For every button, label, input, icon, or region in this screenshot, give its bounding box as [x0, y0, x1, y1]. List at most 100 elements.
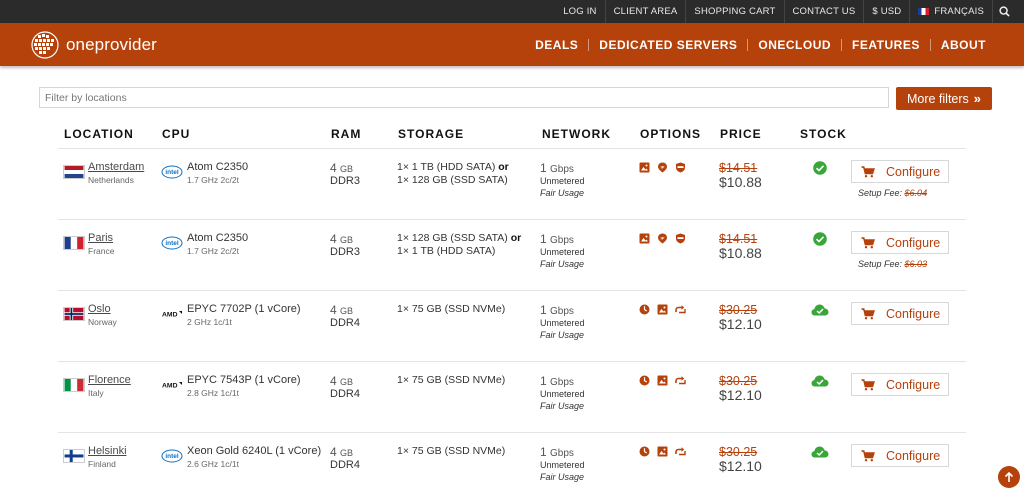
col-ram[interactable]: RAM	[331, 127, 361, 141]
option-ip-icon[interactable]: IP	[657, 162, 668, 173]
image-icon	[639, 233, 650, 244]
city-link[interactable]: Helsinki	[88, 445, 127, 457]
option-image-icon[interactable]	[639, 233, 650, 244]
cart-icon	[861, 449, 875, 461]
ram-cell: 4 GB DDR4	[330, 374, 360, 400]
language-label: FRANÇAIS	[934, 6, 984, 17]
col-storage[interactable]: STORAGE	[398, 127, 464, 141]
svg-text:intel: intel	[165, 453, 179, 460]
configure-button[interactable]: Configure	[851, 373, 949, 396]
currency-selector[interactable]: $ USD	[863, 0, 909, 23]
col-location[interactable]: LOCATION	[64, 127, 134, 141]
storage-cell: 1× 75 GB (SSD NVMe)	[397, 445, 522, 458]
storage-alternative: 1× 1 TB (HDD SATA)	[397, 245, 496, 257]
in-stock-cloud-icon	[811, 375, 829, 387]
old-price: $30.25	[719, 374, 758, 388]
nav-features[interactable]: FEATURES	[841, 38, 930, 51]
intel-logo-icon: intel	[161, 165, 183, 179]
ip-icon: IP	[658, 162, 667, 173]
network-metering: Unmetered	[540, 176, 585, 186]
option-clock-icon[interactable]	[639, 375, 650, 386]
ram-unit: GB	[340, 235, 354, 245]
ram-type: DDR4	[330, 317, 360, 329]
option-arrow-icon[interactable]	[675, 446, 686, 457]
ram-size: 4	[330, 445, 337, 459]
nl-flag-icon	[63, 165, 85, 179]
current-price: $12.10	[719, 387, 762, 403]
cpu-spec: 2 GHz 1c/1t	[187, 317, 232, 327]
setup-fee-label: Setup Fee:	[858, 259, 903, 269]
storage-primary: 1× 128 GB (SSD SATA)	[397, 232, 508, 244]
option-image-icon[interactable]	[657, 446, 668, 457]
city-link[interactable]: Paris	[88, 232, 114, 244]
no-flag-icon	[63, 307, 85, 321]
city-link[interactable]: Amsterdam	[88, 161, 144, 173]
brand-logo[interactable]: oneprovider	[30, 30, 157, 60]
clock-icon	[639, 375, 650, 386]
search-button[interactable]	[992, 0, 1016, 23]
configure-label: Configure	[886, 306, 941, 321]
main-navigation: oneprovider DEALS DEDICATED SERVERS ONEC…	[0, 23, 1024, 66]
network-cell: 1 Gbps Unmetered Fair Usage	[540, 445, 585, 482]
more-filters-button[interactable]: More filters »	[896, 87, 992, 110]
network-metering: Unmetered	[540, 318, 585, 328]
image-icon	[657, 304, 668, 315]
storage-primary: 1× 75 GB (SSD NVMe)	[397, 445, 506, 457]
options-cell: IP	[639, 233, 686, 244]
location-filter-input[interactable]	[39, 87, 889, 108]
col-cpu[interactable]: CPU	[162, 127, 190, 141]
col-network[interactable]: NETWORK	[542, 127, 611, 141]
arrow-up-icon	[1004, 471, 1014, 482]
option-image-icon[interactable]	[639, 162, 650, 173]
option-image-icon[interactable]	[657, 304, 668, 315]
configure-button[interactable]: Configure	[851, 160, 949, 183]
cpu-model: Xeon Gold 6240L (1 vCore)	[187, 445, 322, 457]
shopping-cart-link[interactable]: SHOPPING CART	[685, 0, 783, 23]
ram-unit: GB	[340, 377, 354, 387]
fr-flag-icon	[63, 236, 85, 250]
nav-about[interactable]: ABOUT	[929, 38, 996, 51]
option-arrow-icon[interactable]	[675, 304, 686, 315]
configure-button[interactable]: Configure	[851, 444, 949, 467]
ram-size: 4	[330, 374, 337, 388]
svg-text:intel: intel	[165, 169, 179, 176]
globe-logo-icon	[31, 30, 59, 59]
old-price: $14.51	[719, 232, 758, 246]
nav-dedicated-servers[interactable]: DEDICATED SERVERS	[588, 38, 747, 51]
nav-onecloud[interactable]: ONECLOUD	[747, 38, 841, 51]
col-price[interactable]: PRICE	[720, 127, 762, 141]
ram-size: 4	[330, 232, 337, 246]
col-stock: STOCK	[800, 127, 847, 141]
ram-unit: GB	[340, 306, 354, 316]
configure-button[interactable]: Configure	[851, 302, 949, 325]
storage-primary: 1× 75 GB (SSD NVMe)	[397, 303, 506, 315]
scroll-to-top-button[interactable]	[998, 466, 1020, 488]
configure-label: Configure	[886, 235, 941, 250]
city-link[interactable]: Florence	[88, 374, 131, 386]
cpu-spec: 1.7 GHz 2c/2t	[187, 246, 239, 256]
option-image-icon[interactable]	[657, 375, 668, 386]
nav-deals[interactable]: DEALS	[525, 39, 588, 51]
client-area-link[interactable]: CLIENT AREA	[604, 0, 686, 23]
option-arrow-icon[interactable]	[675, 375, 686, 386]
network-fair-usage: Fair Usage	[540, 472, 585, 482]
option-shield-icon[interactable]	[675, 162, 686, 173]
option-ip-icon[interactable]: IP	[657, 233, 668, 244]
cpu-model: EPYC 7702P (1 vCore)	[187, 303, 301, 315]
language-selector[interactable]: FRANÇAIS	[909, 0, 992, 23]
configure-button[interactable]: Configure	[851, 231, 949, 254]
option-clock-icon[interactable]	[639, 304, 650, 315]
setup-fee: Setup Fee: $6.04	[858, 188, 927, 198]
login-link[interactable]: LOG IN	[555, 0, 604, 23]
table-row: Paris France intel Atom C2350 1.7 GHz 2c…	[58, 220, 966, 291]
cpu-spec: 2.6 GHz 1c/1t	[187, 459, 239, 469]
network-fair-usage: Fair Usage	[540, 330, 585, 340]
network-cell: 1 Gbps Unmetered Fair Usage	[540, 374, 585, 411]
storage-cell: 1× 75 GB (SSD NVMe)	[397, 374, 522, 387]
contact-us-link[interactable]: CONTACT US	[783, 0, 864, 23]
option-shield-icon[interactable]	[675, 233, 686, 244]
option-clock-icon[interactable]	[639, 446, 650, 457]
table-row: Helsinki Finland intel Xeon Gold 6240L (…	[58, 433, 966, 504]
arrow-icon	[675, 447, 686, 456]
city-link[interactable]: Oslo	[88, 303, 117, 315]
